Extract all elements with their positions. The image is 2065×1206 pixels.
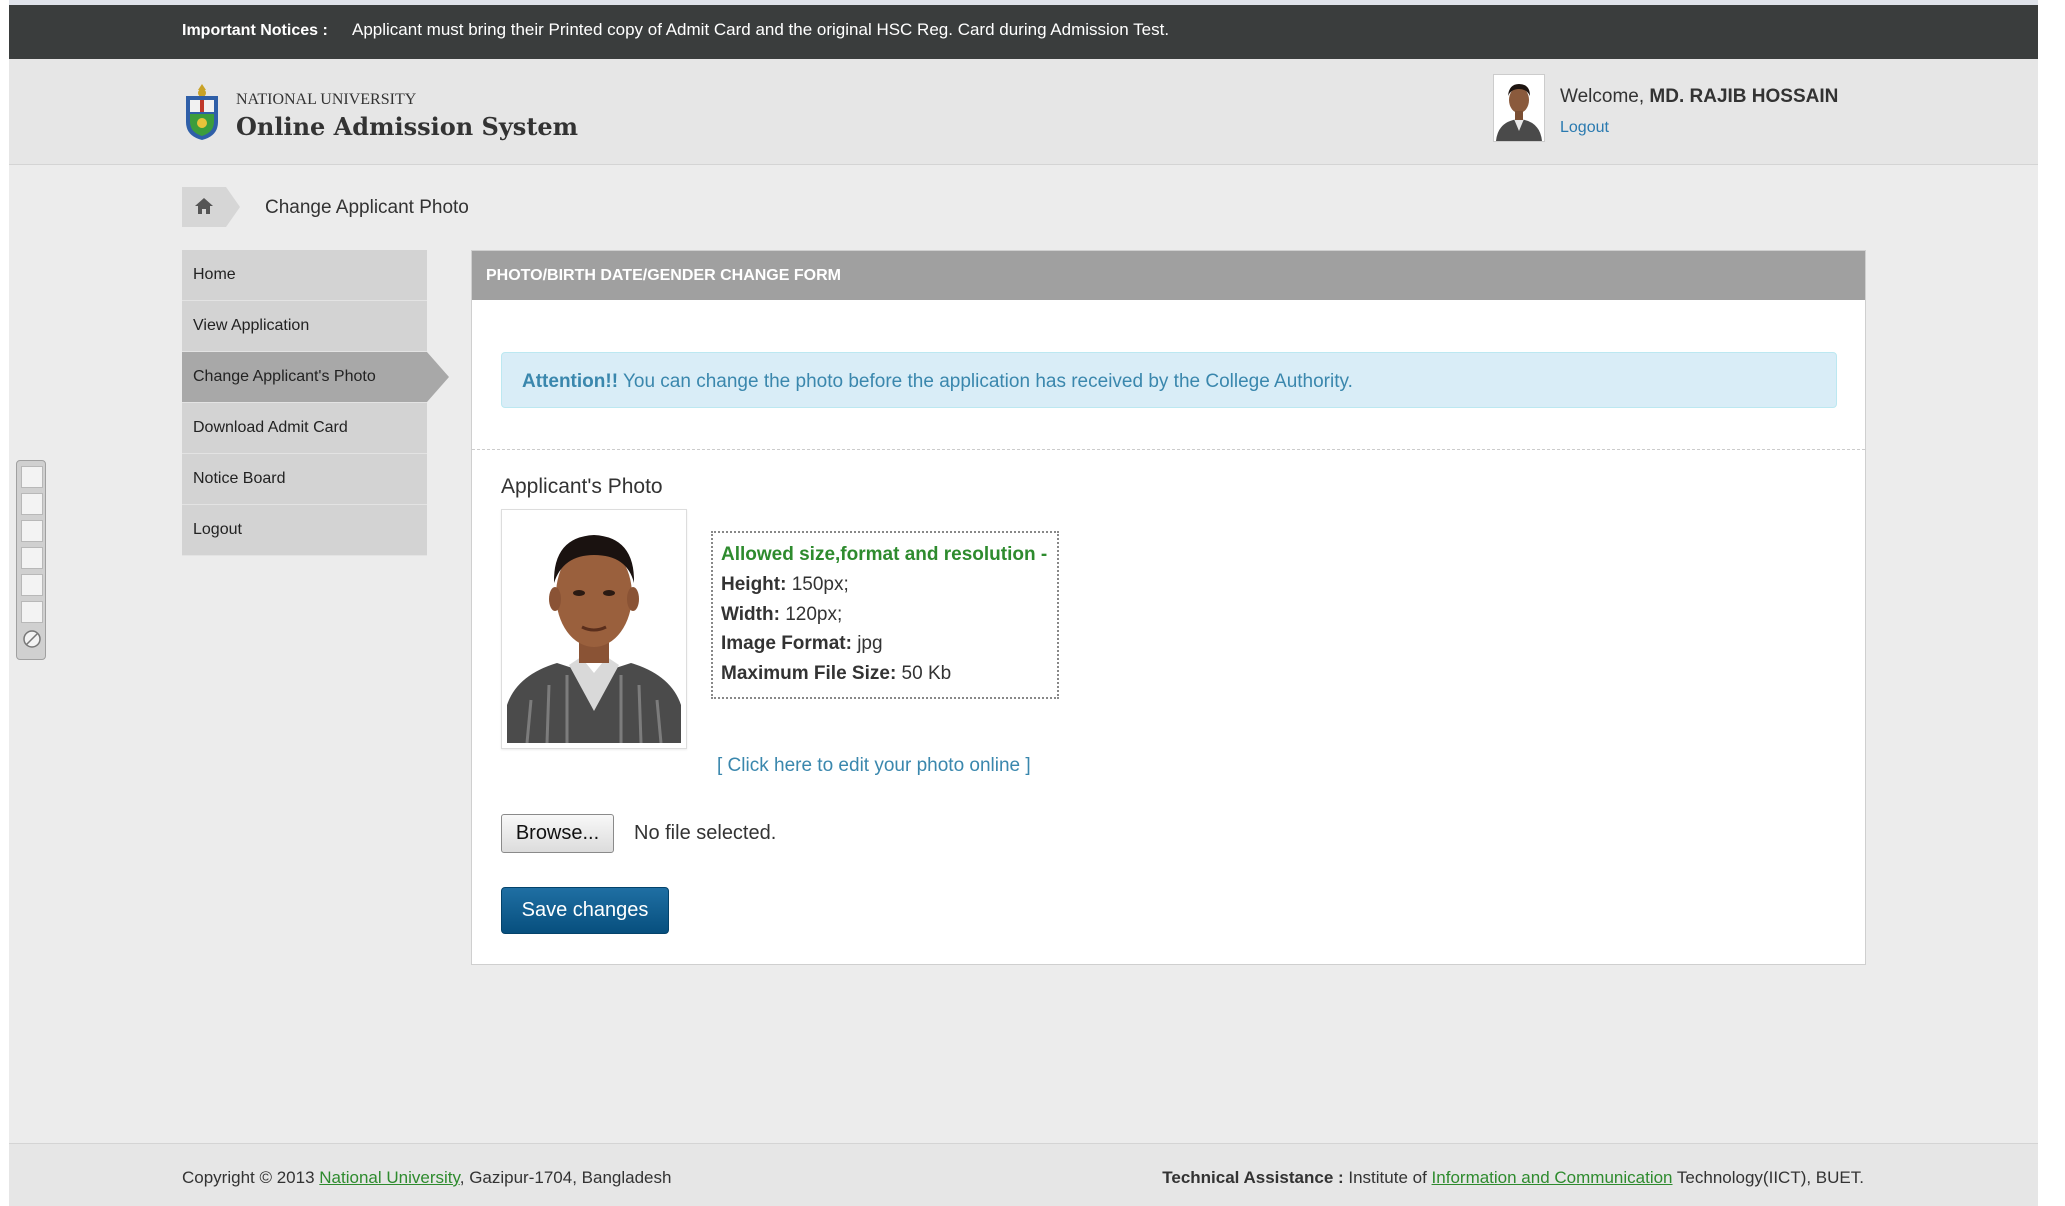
allowed-format-label: Image Format: — [721, 633, 852, 654]
applicant-photo-image — [507, 515, 681, 743]
tech-prefix: Institute of — [1343, 1168, 1432, 1187]
ict-link[interactable]: Information and Communication — [1432, 1168, 1673, 1187]
toolbar-slot-icon[interactable] — [21, 520, 43, 542]
sidebar-item-download-admit-card[interactable]: Download Admit Card — [182, 403, 427, 454]
footer-address: , Gazipur-1704, Bangladesh — [459, 1168, 672, 1187]
page-viewport: Important Notices : Applicant must bring… — [9, 5, 2038, 1206]
toolbar-slot-icon[interactable] — [21, 574, 43, 596]
edit-photo-online-link[interactable]: [ Click here to edit your photo online ] — [717, 755, 1031, 777]
alert-strong: Attention!! — [522, 371, 619, 392]
allowed-width-value: 120px; — [779, 604, 843, 625]
sidebar-menu: Home View Application Change Applicant's… — [182, 250, 449, 556]
site-footer: Copyright © 2013 National University, Ga… — [9, 1143, 2038, 1206]
panel-title: PHOTO/BIRTH DATE/GENDER CHANGE FORM — [486, 267, 841, 284]
allowed-title: Allowed size,format and resolution - — [721, 544, 1048, 565]
toolbar-slot-icon[interactable] — [21, 466, 43, 488]
brand-subtitle: NATIONAL UNIVERSITY — [236, 91, 417, 108]
applicant-photo-frame — [501, 509, 687, 749]
file-status: No file selected. — [634, 822, 777, 844]
allowed-height: Height: 150px; — [721, 574, 849, 596]
home-icon — [195, 198, 213, 214]
sidebar-item-label: Change Applicant's Photo — [193, 368, 376, 385]
notice-text: Applicant must bring their Printed copy … — [352, 20, 1170, 39]
site-header: NATIONAL UNIVERSITY Online Admission Sys… — [9, 59, 2038, 165]
footer-technical-assistance: Technical Assistance : Institute of Info… — [1162, 1168, 1864, 1188]
notice-label: Important Notices : — [182, 22, 328, 39]
welcome-text: Welcome, MD. RAJIB HOSSAIN — [1560, 86, 1838, 108]
allowed-height-value: 150px; — [786, 574, 849, 595]
allowed-filesize-label: Maximum File Size: — [721, 663, 897, 684]
toolbar-slot-icon[interactable] — [21, 601, 43, 623]
allowed-format: Image Format: jpg — [721, 633, 883, 655]
panel-header: PHOTO/BIRTH DATE/GENDER CHANGE FORM — [472, 251, 1865, 300]
allowed-width-label: Width: — [721, 604, 780, 625]
sidebar-item-change-photo[interactable]: Change Applicant's Photo — [182, 352, 449, 403]
user-avatar-image — [1494, 75, 1544, 141]
toolbar-slot-icon[interactable] — [21, 493, 43, 515]
sidebar-item-home[interactable]: Home — [182, 250, 427, 301]
national-university-link[interactable]: National University — [319, 1168, 459, 1187]
tech-label: Technical Assistance : — [1162, 1168, 1344, 1187]
allowed-format-value: jpg — [851, 633, 883, 654]
user-avatar — [1493, 74, 1545, 142]
attention-alert: Attention!! You can change the photo bef… — [501, 352, 1837, 408]
window-left-edge — [0, 0, 9, 1206]
user-name: MD. RAJIB HOSSAIN — [1649, 86, 1839, 107]
toolbar-slot-icon[interactable] — [21, 547, 43, 569]
photo-field-label: Applicant's Photo — [501, 475, 663, 498]
allowed-height-label: Height: — [721, 574, 787, 595]
breadcrumb-current: Change Applicant Photo — [265, 197, 469, 218]
alert-text: Attention!! You can change the photo bef… — [522, 371, 1353, 393]
footer-copyright: Copyright © 2013 National University, Ga… — [182, 1168, 671, 1188]
breadcrumb-home[interactable] — [182, 187, 226, 227]
floating-toolbar[interactable] — [16, 460, 46, 660]
sidebar-item-label: Notice Board — [193, 470, 286, 487]
sidebar-item-label: View Application — [193, 317, 310, 334]
allowed-width: Width: 120px; — [721, 604, 842, 626]
allowed-format-box: Allowed size,format and resolution - Hei… — [711, 531, 1059, 699]
disable-icon[interactable] — [21, 628, 43, 650]
alert-message: You can change the photo before the appl… — [618, 371, 1353, 392]
save-changes-button[interactable]: Save changes — [501, 887, 669, 934]
allowed-filesize: Maximum File Size: 50 Kb — [721, 663, 951, 685]
breadcrumb-separator — [226, 187, 240, 227]
notice-bar: Important Notices : Applicant must bring… — [9, 5, 2038, 59]
window-right-edge — [2038, 0, 2065, 1206]
sidebar-item-label: Download Admit Card — [193, 419, 348, 436]
photo-change-panel: PHOTO/BIRTH DATE/GENDER CHANGE FORM Atte… — [471, 250, 1866, 965]
welcome-prefix: Welcome, — [1560, 86, 1645, 107]
sidebar-item-label: Logout — [193, 521, 242, 538]
tech-suffix: Technology(IICT), BUET. — [1672, 1168, 1864, 1187]
sidebar-item-logout[interactable]: Logout — [182, 505, 427, 556]
header-logout-link[interactable]: Logout — [1560, 119, 1609, 137]
applicant-photo — [507, 515, 681, 743]
copyright-prefix: Copyright © 2013 — [182, 1168, 320, 1187]
browse-button[interactable]: Browse... — [501, 814, 614, 853]
section-divider — [472, 449, 1865, 450]
sidebar-item-label: Home — [193, 266, 236, 283]
brand-title: Online Admission System — [236, 112, 579, 141]
sidebar-item-view-application[interactable]: View Application — [182, 301, 427, 352]
sidebar-item-notice-board[interactable]: Notice Board — [182, 454, 427, 505]
allowed-filesize-value: 50 Kb — [896, 663, 952, 684]
university-logo-icon — [186, 84, 218, 140]
